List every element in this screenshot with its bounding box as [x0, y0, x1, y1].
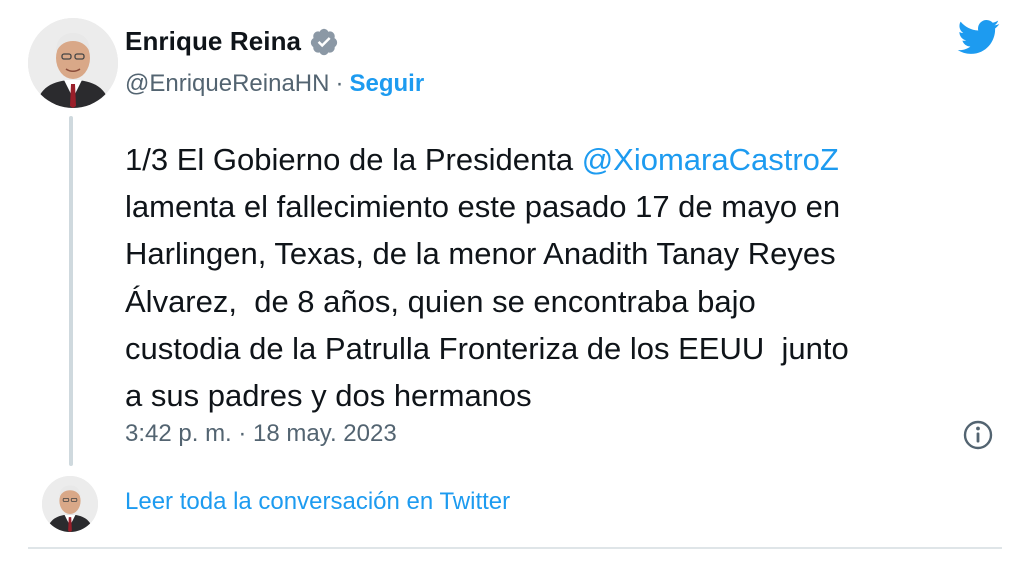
author-handle[interactable]: @EnriqueReinaHN: [125, 70, 329, 98]
tweet-text-segment: 1/3 El Gobierno de la Presidenta: [125, 142, 582, 177]
thread-line: [69, 116, 73, 466]
tweet-line-1: 1/3 El Gobierno de la Presidenta @Xiomar…: [125, 136, 1000, 183]
tweet-line-2: lamenta el fallecimiento este pasado 17 …: [125, 189, 841, 225]
handle-row: @EnriqueReinaHN · Seguir: [125, 70, 424, 98]
author-name[interactable]: Enrique Reina: [125, 26, 301, 57]
tweet-line-5: custodia de la Patrulla Fronteriza de lo…: [125, 330, 849, 366]
twitter-bird-icon[interactable]: [956, 18, 1000, 56]
bottom-divider: [28, 547, 1002, 549]
author-name-row[interactable]: Enrique Reina: [125, 26, 339, 57]
info-icon[interactable]: [962, 419, 994, 451]
tweet-line-3: Harlingen, Texas, de la menor Anadith Ta…: [125, 236, 836, 272]
tweet-text: 1/3 El Gobierno de la Presidenta @Xiomar…: [125, 136, 1000, 419]
verified-badge-icon: [310, 28, 338, 55]
avatar-photo: [28, 18, 118, 108]
follow-button[interactable]: Seguir: [349, 70, 424, 98]
author-avatar-small[interactable]: [42, 476, 98, 532]
tweet-line-4: Álvarez, de 8 años, quien se encontraba …: [125, 283, 756, 319]
separator: ·: [335, 70, 344, 97]
tweet-line-6: a sus padres y dos hermanos: [125, 378, 532, 414]
read-conversation-link[interactable]: Leer toda la conversación en Twitter: [125, 488, 510, 516]
author-avatar[interactable]: [28, 18, 118, 108]
mention-link[interactable]: @XiomaraCastroZ: [582, 142, 839, 177]
avatar-photo: [42, 476, 98, 532]
tweet-timestamp[interactable]: 3:42 p. m. · 18 may. 2023: [125, 420, 397, 448]
